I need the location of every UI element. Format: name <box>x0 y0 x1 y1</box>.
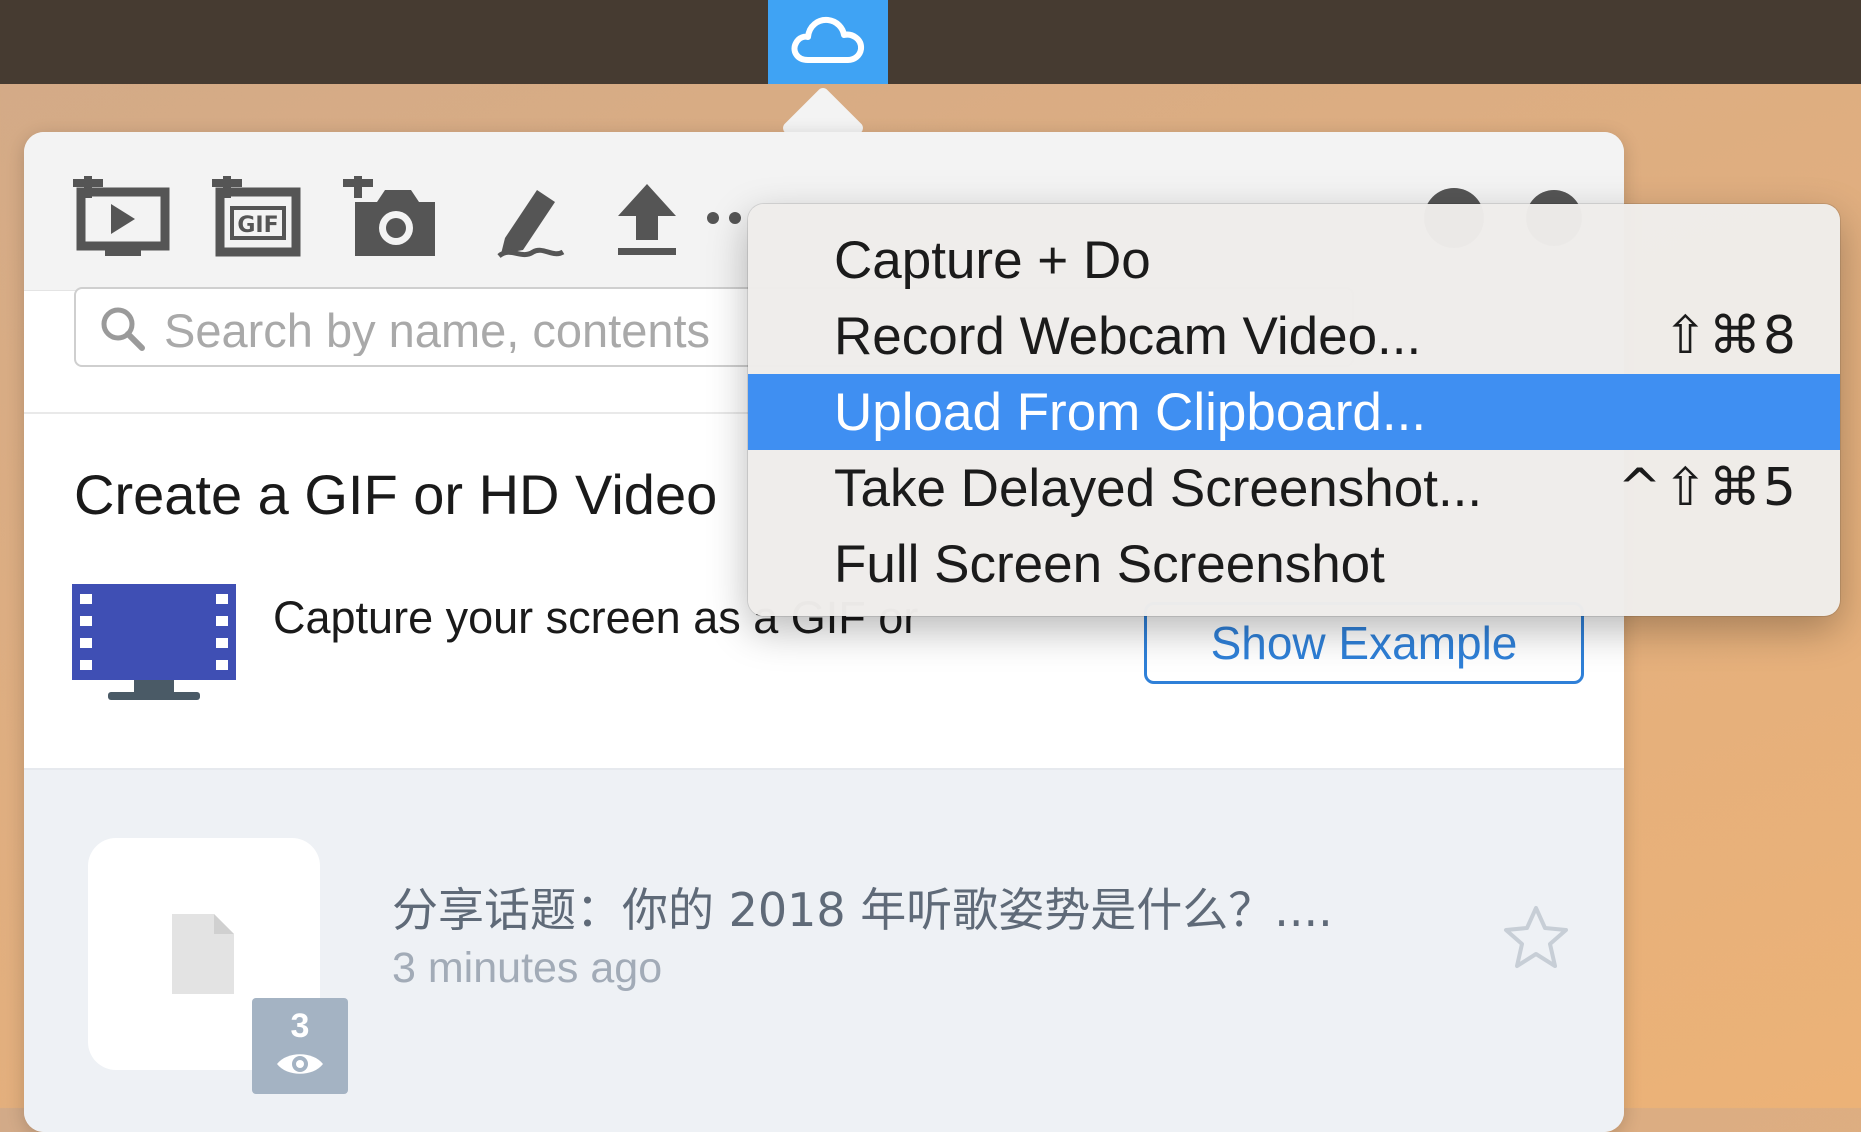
annotate-button[interactable] <box>486 170 576 270</box>
more-menu: Capture + Do Record Webcam Video... ⇧⌘8 … <box>748 204 1840 616</box>
menu-item-shortcut: ^⇧⌘5 <box>1617 458 1798 518</box>
menu-bar <box>0 0 1861 84</box>
favorite-star-icon[interactable] <box>1502 904 1570 975</box>
views-count: 3 <box>290 1006 310 1045</box>
upload-button[interactable] <box>602 170 692 270</box>
record-gif-button[interactable]: GIF <box>206 167 306 270</box>
screenshot-icon <box>341 167 441 265</box>
video-screen-icon <box>72 584 236 707</box>
upload-icon <box>612 176 682 265</box>
record-gif-icon: GIF <box>210 167 302 265</box>
search-icon <box>98 304 146 357</box>
screenshot-button[interactable] <box>336 167 446 270</box>
annotate-icon <box>491 176 571 265</box>
item-timestamp: 3 minutes ago <box>392 944 663 992</box>
cloudapp-tray-button[interactable] <box>768 0 888 84</box>
menu-item-shortcut: ⇧⌘8 <box>1663 306 1798 366</box>
svg-text:GIF: GIF <box>237 213 278 238</box>
views-badge: 3 <box>252 998 348 1094</box>
menu-item-label: Record Webcam Video... <box>834 306 1422 366</box>
file-icon <box>172 914 234 999</box>
menu-item-label: Upload From Clipboard... <box>834 382 1427 442</box>
item-title: 分享话题：你的 2018 年听歌姿势是什么？.... <box>392 883 1333 937</box>
menu-item-full-screen-screenshot[interactable]: Full Screen Screenshot <box>748 526 1840 602</box>
menu-item-label: Capture + Do <box>834 230 1151 290</box>
menu-item-label: Take Delayed Screenshot... <box>834 458 1483 518</box>
menu-item-label: Full Screen Screenshot <box>834 534 1385 594</box>
eye-icon <box>275 1049 325 1084</box>
record-video-button[interactable] <box>66 167 176 270</box>
menu-item-record-webcam[interactable]: Record Webcam Video... ⇧⌘8 <box>748 298 1840 374</box>
cloud-icon <box>788 10 868 75</box>
menu-item-delayed-screenshot[interactable]: Take Delayed Screenshot... ^⇧⌘5 <box>748 450 1840 526</box>
menu-item-capture-do[interactable]: Capture + Do <box>748 222 1840 298</box>
promo-title: Create a GIF or HD Video <box>74 463 718 526</box>
record-video-icon <box>71 167 171 265</box>
menu-item-upload-clipboard[interactable]: Upload From Clipboard... <box>748 374 1840 450</box>
